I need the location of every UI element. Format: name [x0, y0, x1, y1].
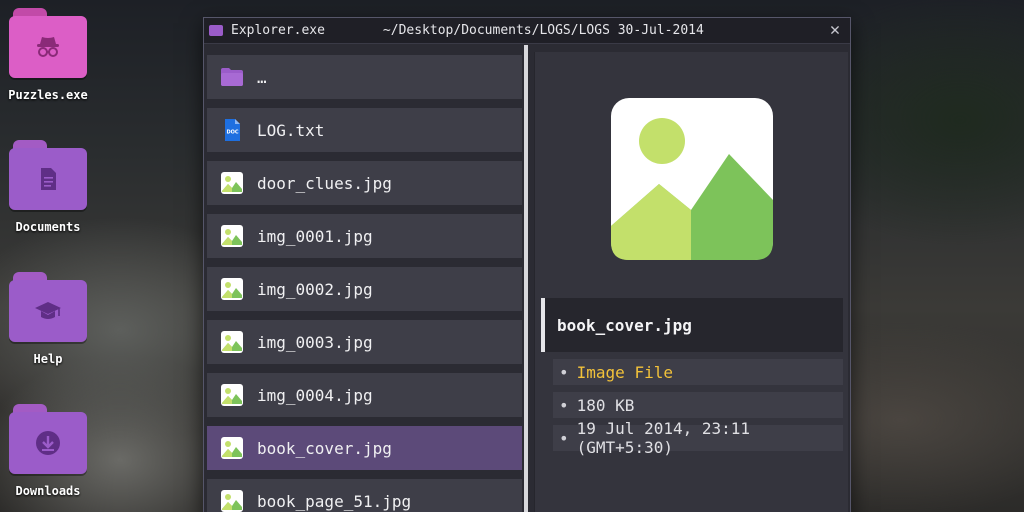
doc-icon: DOC — [225, 119, 240, 141]
scrollbar[interactable] — [524, 45, 528, 512]
file-date: • 19 Jul 2014, 23:11 (GMT+5:30) — [553, 419, 843, 457]
title-bar[interactable]: Explorer.exe ~/Desktop/Documents/LOGS/LO… — [204, 18, 850, 44]
image-icon — [221, 384, 243, 406]
folder-icon — [9, 404, 87, 474]
file-size-value: 180 KB — [576, 395, 635, 415]
image-icon — [221, 437, 243, 459]
list-item[interactable]: img_0002.jpg — [207, 267, 522, 311]
image-icon — [221, 172, 243, 194]
close-button[interactable]: ✕ — [826, 21, 844, 39]
list-item[interactable]: img_0003.jpg — [207, 320, 522, 364]
image-icon — [221, 225, 243, 247]
graduation-cap-icon — [35, 302, 61, 319]
desktop-icon-documents[interactable]: Documents — [0, 140, 96, 234]
folder-icon — [9, 140, 87, 210]
preview-file-name: book_cover.jpg — [541, 298, 843, 352]
list-item-selected[interactable]: book_cover.jpg — [207, 426, 522, 470]
file-name: … — [257, 67, 267, 87]
path-breadcrumb: ~/Desktop/Documents/LOGS/LOGS 30-Jul-201… — [382, 23, 704, 38]
list-item[interactable]: … — [207, 55, 522, 99]
list-item[interactable]: door_clues.jpg — [207, 161, 522, 205]
download-icon — [36, 431, 60, 455]
desktop-icon-label: Puzzles.exe — [8, 88, 88, 102]
file-name: img_0002.jpg — [257, 279, 373, 299]
svg-text:DOC: DOC — [226, 130, 238, 136]
file-name: img_0003.jpg — [257, 332, 373, 352]
file-type-value: Image File — [576, 362, 673, 382]
bullet: • — [559, 362, 569, 382]
image-icon — [221, 278, 243, 300]
bullet: • — [559, 428, 569, 448]
desktop-icon-help[interactable]: Help — [0, 272, 96, 366]
image-preview-icon — [611, 98, 773, 260]
image-icon — [221, 331, 243, 353]
desktop-icon-label: Downloads — [15, 484, 81, 498]
preview-panel: book_cover.jpg • Image File • 180 KB • 1… — [534, 52, 848, 512]
folder-icon — [209, 25, 223, 36]
file-type: • Image File — [553, 359, 843, 385]
bullet: • — [559, 395, 569, 415]
list-item[interactable]: DOC LOG.txt — [207, 108, 522, 152]
desktop-icon-puzzles[interactable]: Puzzles.exe — [0, 8, 96, 102]
explorer-window: Explorer.exe ~/Desktop/Documents/LOGS/LO… — [203, 17, 851, 512]
desktop-icon-label: Documents — [15, 220, 81, 234]
folder-icon — [9, 272, 87, 342]
file-list: … DOC LOG.txt door_clues.jpg img_0001.jp… — [204, 45, 526, 512]
file-size: • 180 KB — [553, 392, 843, 418]
document-icon — [41, 168, 56, 190]
desktop-icon-downloads[interactable]: Downloads — [0, 404, 96, 498]
list-item[interactable]: img_0001.jpg — [207, 214, 522, 258]
image-icon — [221, 490, 243, 512]
file-name: img_0001.jpg — [257, 226, 373, 246]
file-date-value: 19 Jul 2014, 23:11 (GMT+5:30) — [576, 419, 751, 457]
window-title: Explorer.exe — [231, 23, 325, 38]
file-name: LOG.txt — [257, 120, 325, 140]
folder-icon — [9, 8, 87, 78]
folder-icon — [221, 68, 243, 86]
file-name: door_clues.jpg — [257, 173, 392, 193]
list-item[interactable]: img_0004.jpg — [207, 373, 522, 417]
list-item[interactable]: book_page_51.jpg — [207, 479, 522, 512]
file-name: book_page_51.jpg — [257, 491, 412, 511]
file-name: book_cover.jpg — [257, 438, 392, 458]
file-name: img_0004.jpg — [257, 385, 373, 405]
spy-icon — [37, 37, 59, 57]
desktop-icon-label: Help — [33, 352, 63, 366]
